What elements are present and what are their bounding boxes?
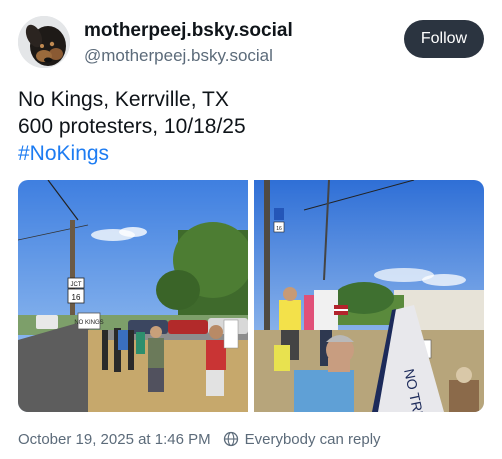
road-sign-label: JCT [71, 282, 82, 288]
road-sign-number: 16 [72, 293, 81, 302]
dog-avatar-icon [18, 16, 70, 68]
globe-icon [223, 431, 238, 447]
post-body: No Kings, Kerrville, TX 600 protesters, … [18, 86, 484, 167]
follow-button[interactable]: Follow [404, 20, 484, 58]
protest-sign-text: NO KINGS [74, 320, 103, 326]
post-text-line: 600 protesters, 10/18/25 [18, 115, 246, 138]
author-handle[interactable]: @motherpeej.bsky.social [84, 46, 273, 66]
author-display-name[interactable]: motherpeej.bsky.social [84, 20, 293, 42]
hashtag-link[interactable]: #NoKings [18, 140, 484, 167]
author-avatar[interactable] [18, 16, 70, 68]
photo-left[interactable]: NO KINGS JCT 16 [18, 180, 248, 412]
post-footer: October 19, 2025 at 1:46 PM Everybody ca… [18, 428, 381, 450]
post-timestamp[interactable]: October 19, 2025 at 1:46 PM [18, 431, 211, 448]
protest-crowd-photo: 16 NO TRUMP [254, 180, 484, 412]
protest-street-photo: NO KINGS JCT 16 [18, 180, 248, 412]
post-header: motherpeej.bsky.social @motherpeej.bsky.… [18, 16, 484, 72]
post-text-line: No Kings, Kerrville, TX [18, 88, 229, 111]
post-images: NO KINGS JCT 16 16 NO TRUMP [18, 180, 484, 412]
photo-right[interactable]: 16 NO TRUMP [254, 180, 484, 412]
reply-setting[interactable]: Everybody can reply [245, 431, 381, 448]
road-sign-number: 16 [276, 226, 282, 232]
